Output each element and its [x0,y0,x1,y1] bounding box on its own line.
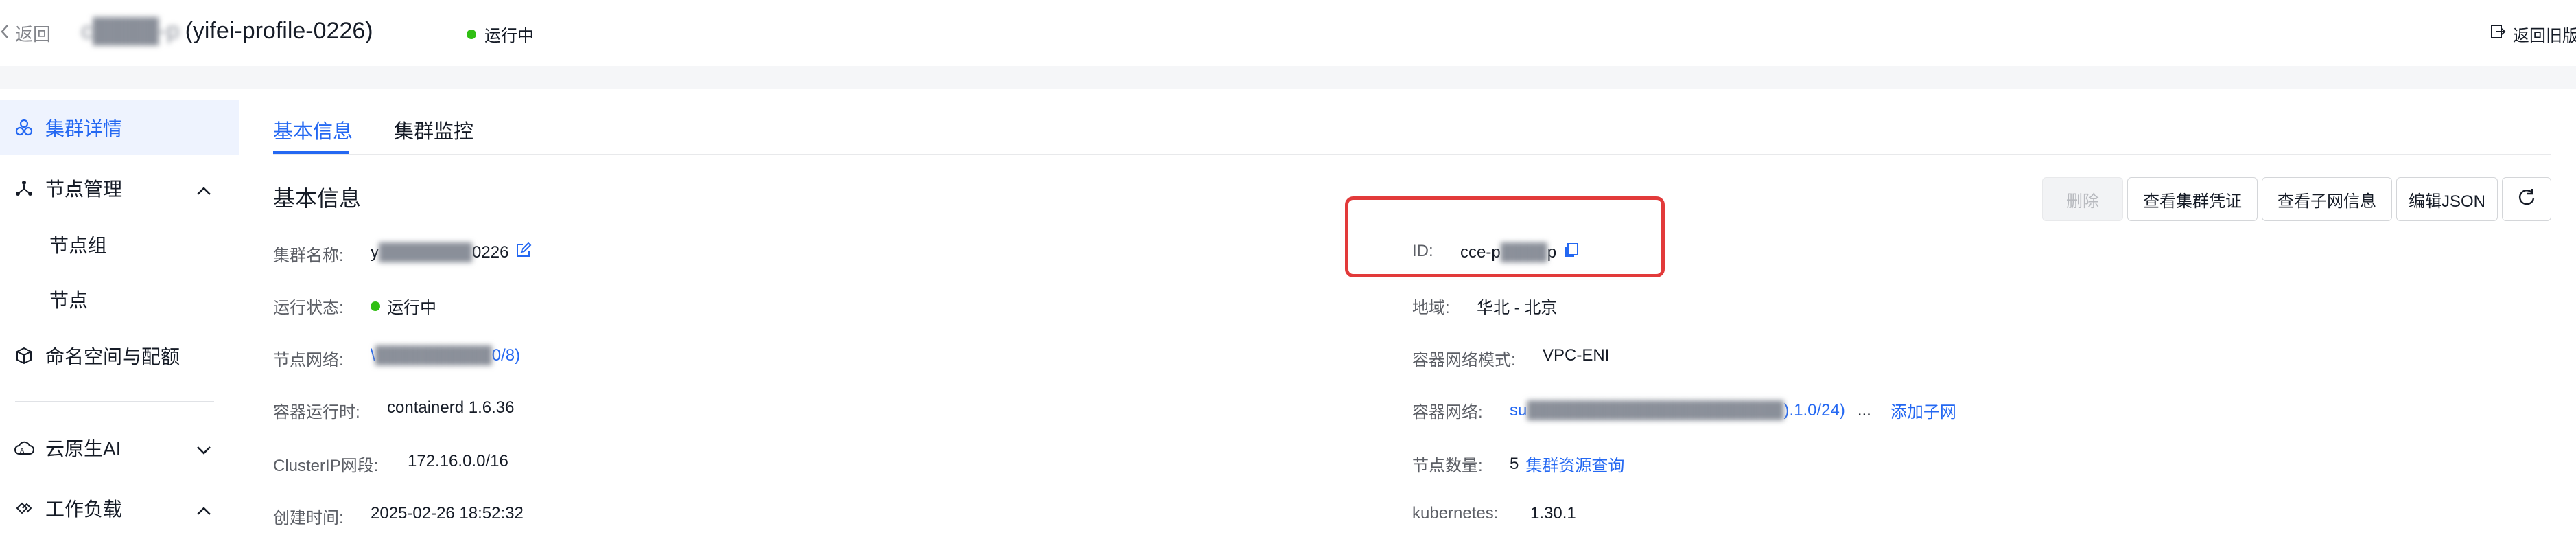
view-subnets-button[interactable]: 查看子网信息 [2262,177,2392,221]
cluster-name-value: y████████0226 [371,242,532,263]
chevron-down-icon[interactable] [196,438,211,460]
cluster-name-title: (yifei-profile-0226) [185,18,373,44]
status-dot-icon [371,301,380,311]
sidebar-item-label: 集群详情 [45,118,123,139]
cloud-ai-icon: AI [14,437,34,458]
refresh-icon [2517,187,2536,212]
add-subnet-link[interactable]: 添加子网 [1890,398,1956,422]
id-highlight-box [1345,196,1665,277]
tab-cluster-monitor[interactable]: 集群监控 [394,115,473,144]
id-suffix: p [1547,242,1557,262]
page-title: c████-p (yifei-profile-0226) [81,18,373,45]
cluster-name-prefix: y [371,242,379,262]
clusterip-label: ClusterIP网段: [273,457,379,475]
sidebar-item-namespace-quota[interactable]: 命名空间与配额 [0,328,239,383]
sidebar-item-node-group[interactable]: 节点组 [49,231,107,258]
sidebar-item-label: 工作负载 [45,499,123,520]
sidebar-item-label: 云原生AI [45,438,121,459]
redacted-text: ██████████ [375,346,492,365]
redacted-cluster-id: c████-p [81,18,180,44]
container-network-prefix: su [1510,400,1527,420]
sidebar-item-node[interactable]: 节点 [49,286,88,313]
cluster-name-suffix: 0226 [472,242,509,262]
run-status-text: 运行中 [387,299,436,317]
cluster-name-label: 集群名称: [273,247,344,265]
view-credentials-button[interactable]: 查看集群凭证 [2127,177,2258,221]
chevron-up-icon[interactable] [196,179,211,201]
active-tab-indicator [273,151,349,154]
return-old-label: 返回旧版 [2513,27,2576,45]
redacted-text: ██████████████████████ [1527,400,1784,420]
node-tree-icon [14,178,34,198]
sidebar-item-cluster-detail[interactable]: 集群详情 [0,100,239,155]
tab-basic-info[interactable]: 基本信息 [273,115,353,144]
cube-icon [14,345,34,366]
chevron-left-icon [0,23,10,44]
region-label: 地域: [1412,299,1450,317]
created-time-label: 创建时间: [273,509,344,527]
node-count-number: 5 [1510,454,1519,473]
runtime-value: containerd 1.6.36 [387,398,515,417]
back-label: 返回 [15,24,51,45]
section-title: 基本信息 [273,186,362,211]
sidebar-item-label: 命名空间与配额 [45,346,180,367]
delete-button[interactable]: 删除 [2042,177,2123,221]
tab-bar-divider [273,154,2551,155]
exit-icon [2490,23,2506,45]
id-label: ID: [1412,242,1433,260]
status-dot-icon [467,29,476,39]
node-network-suffix: 0/8) [491,346,521,365]
container-network-link[interactable]: su██████████████████████).1.0/24) [1510,401,1845,420]
node-network-link[interactable]: \██████████0/8) [371,346,520,365]
node-network-prefix: \ [371,346,375,365]
region-value: 华北 - 北京 [1477,299,1558,317]
redacted-text: ████ [1500,242,1547,262]
status-badge: 运行中 [467,22,534,46]
workload-icon [14,498,34,518]
back-link[interactable]: 返回 [0,21,51,46]
node-count-label: 节点数量: [1412,457,1483,475]
refresh-button[interactable] [2502,177,2551,221]
node-count-value: 5 集群资源查询 [1510,452,1624,476]
sidebar-item-cloud-native-ai[interactable]: AI 云原生AI [0,420,239,475]
edit-json-button[interactable]: 编辑JSON [2396,177,2498,221]
header-divider-strip [0,66,2576,89]
id-value: cce-p████p [1460,242,1580,263]
network-mode-value: VPC-ENI [1543,346,1610,365]
created-time-value: 2025-02-26 18:52:32 [371,504,524,523]
cluster-icon [14,117,34,138]
resource-query-link[interactable]: 集群资源查询 [1525,452,1624,476]
container-network-label: 容器网络: [1412,403,1483,422]
copy-icon[interactable] [1563,242,1580,263]
sidebar: 集群详情 节点管理 节点组 节点 命名空间与配额 AI 云原生AI 工作负载 [0,89,239,537]
svg-text:AI: AI [20,448,26,455]
sidebar-item-node-management[interactable]: 节点管理 [0,161,239,216]
kubernetes-label: kubernetes: [1412,504,1499,523]
edit-icon[interactable] [515,242,532,263]
chevron-up-icon[interactable] [196,499,211,521]
id-prefix: cce-p [1460,242,1501,262]
kubernetes-value: 1.30.1 [1530,504,1576,523]
sidebar-divider [15,401,214,402]
redacted-text: ████████ [379,242,473,262]
runtime-label: 容器运行时: [273,403,360,422]
top-bar [0,0,2576,66]
run-status-value: 运行中 [371,294,436,318]
container-network-suffix: ).1.0/24) [1783,400,1845,420]
status-label: 运行中 [484,27,534,45]
node-network-label: 节点网络: [273,351,344,369]
network-mode-label: 容器网络模式: [1412,351,1516,369]
container-network-value: su██████████████████████).1.0/24) ... 添加… [1510,398,1956,422]
return-old-version-button[interactable]: 返回旧版 [2490,22,2576,46]
sidebar-item-label: 节点管理 [45,179,123,200]
more-ellipsis[interactable]: ... [1858,401,1871,420]
run-status-label: 运行状态: [273,299,344,317]
sidebar-item-workload[interactable]: 工作负载 [0,481,239,536]
clusterip-value: 172.16.0.0/16 [408,452,508,470]
